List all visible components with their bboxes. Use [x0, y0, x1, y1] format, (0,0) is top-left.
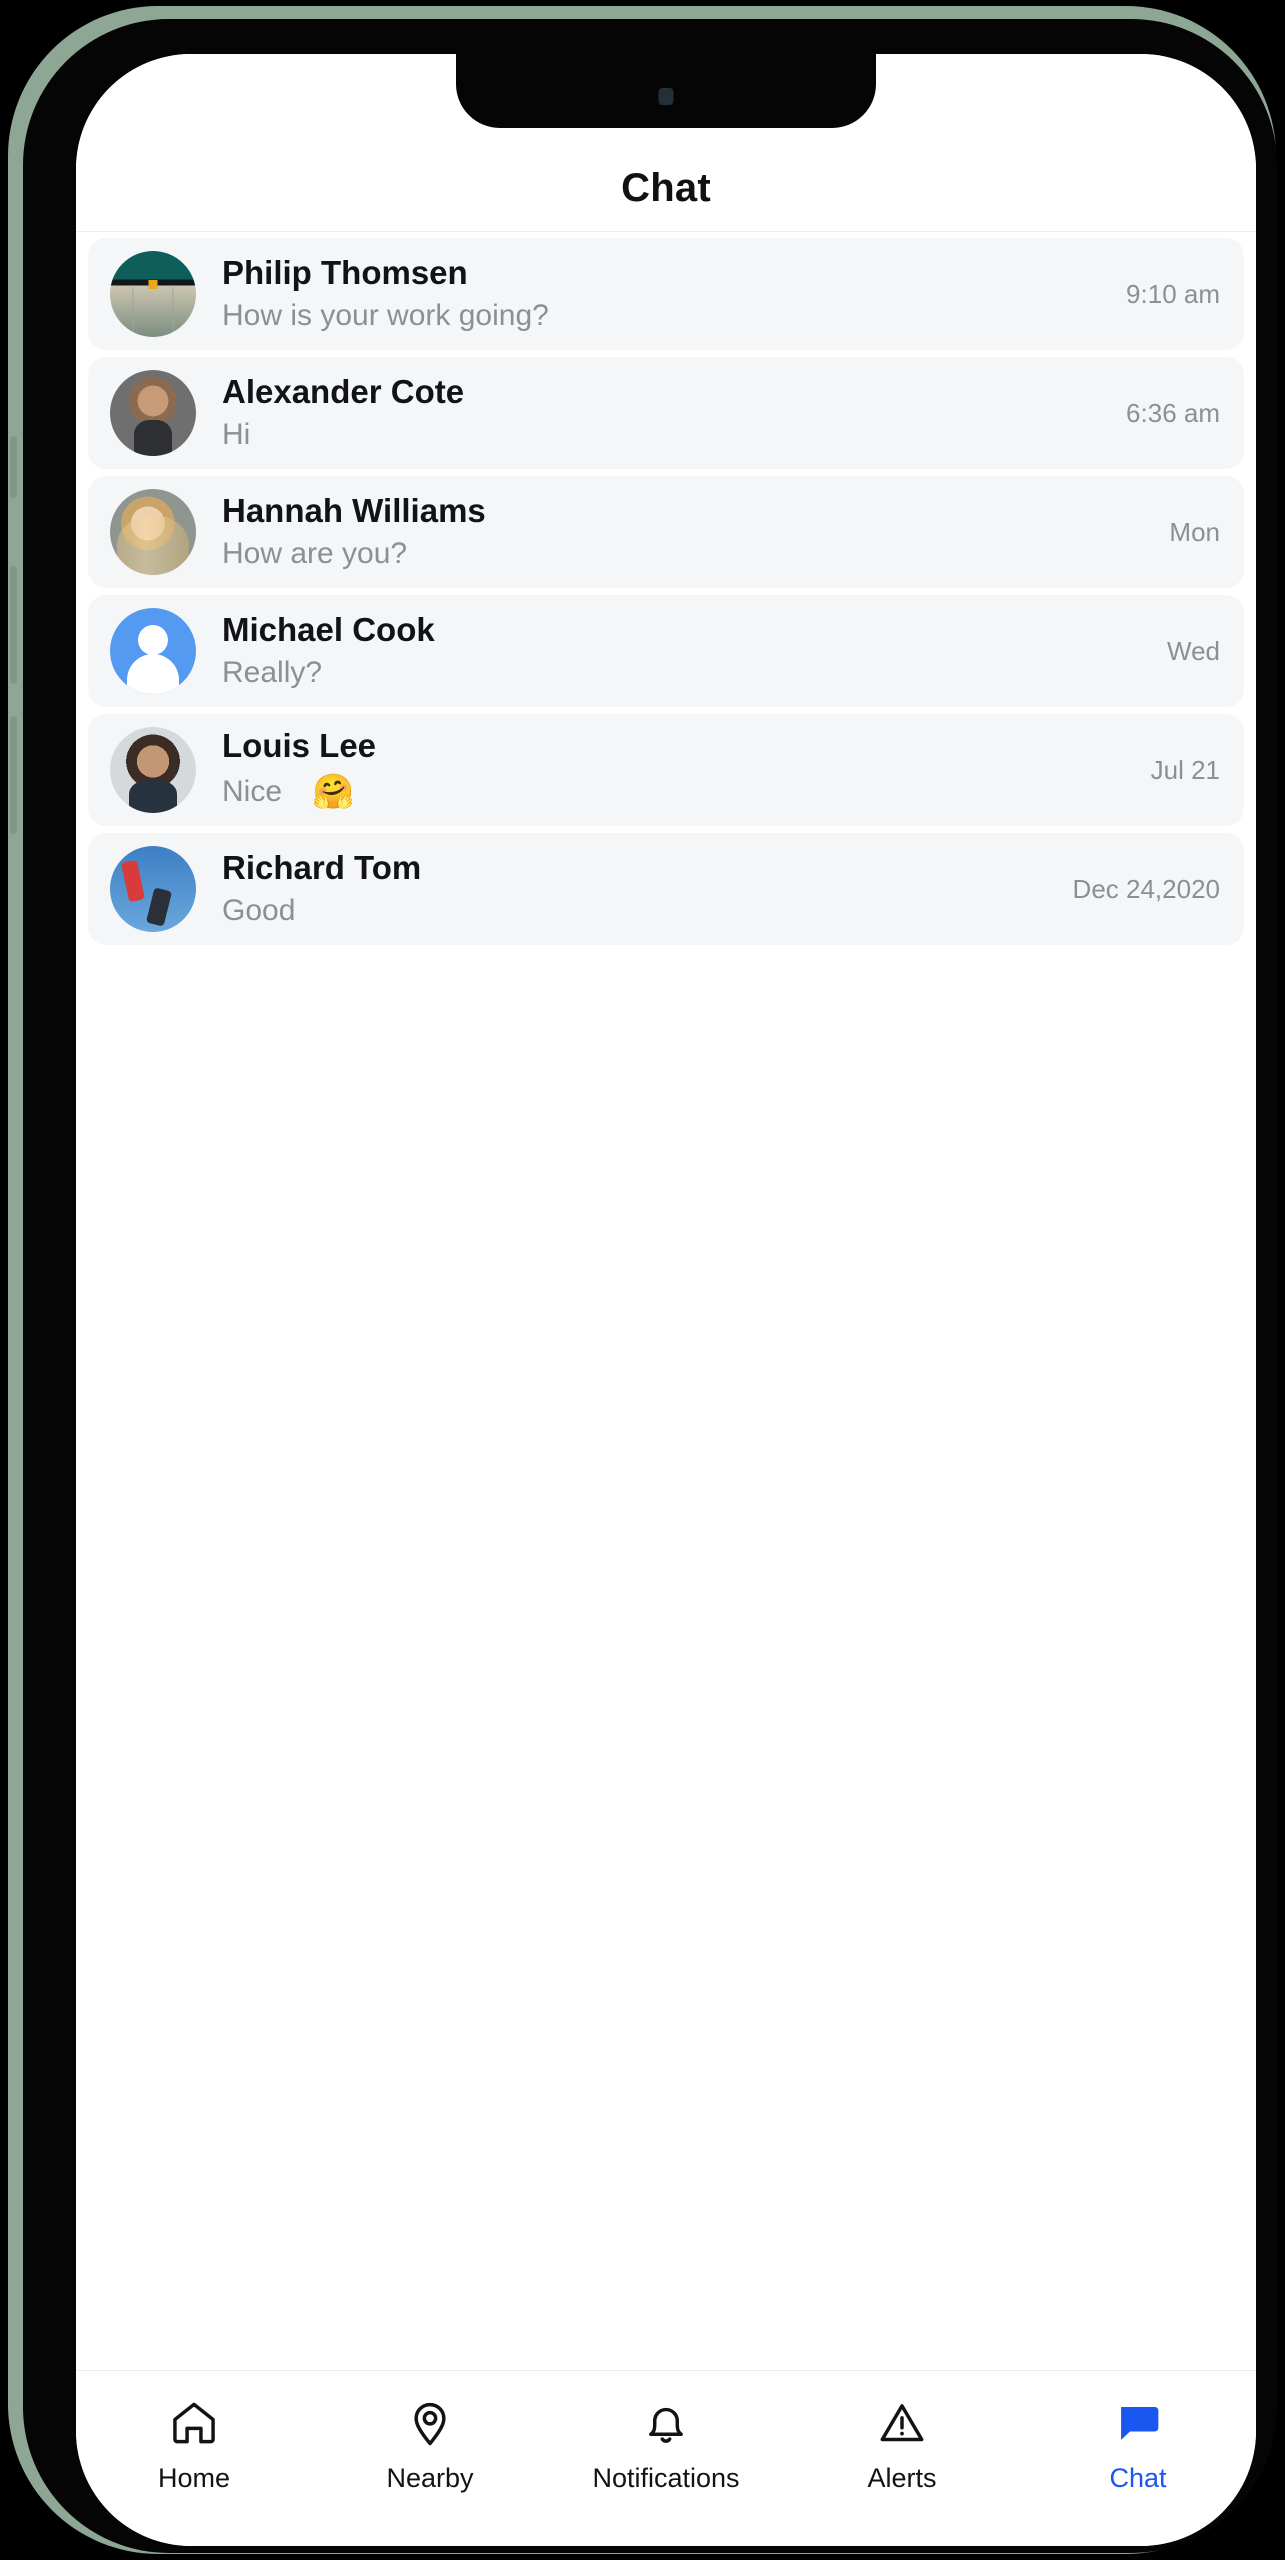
last-message: Hi [222, 415, 1112, 454]
tab-nearby[interactable]: Nearby [312, 2395, 548, 2494]
message-timestamp: Mon [1169, 516, 1220, 547]
phone-screen: Chat Philip Thomsen How is your work goi… [76, 54, 1256, 2546]
message-timestamp: Jul 21 [1150, 754, 1220, 785]
bottom-tab-bar: Home Nearby Notifications Alerts Chat [76, 2370, 1256, 2546]
tab-chat[interactable]: Chat [1020, 2395, 1256, 2494]
chat-list-item[interactable]: Hannah Williams How are you? Mon [88, 476, 1244, 588]
last-message: Good [222, 891, 1059, 930]
tab-label: Home [157, 2463, 231, 2493]
last-message-text: Really? [222, 656, 323, 690]
chat-list-item[interactable]: Richard Tom Good Dec 24,2020 [88, 833, 1244, 945]
avatar [110, 370, 196, 456]
page-title: Chat [621, 166, 711, 210]
chat-list-item[interactable]: Michael Cook Really? Wed [88, 595, 1244, 707]
last-message-text: How are you? [222, 537, 408, 571]
last-message-text: Hi [222, 418, 251, 452]
contact-name: Michael Cook [222, 610, 435, 648]
notch [456, 54, 876, 128]
last-message: Nice 🤗 [222, 770, 1137, 814]
chat-list: Philip Thomsen How is your work going? 9… [76, 232, 1256, 945]
message-timestamp: 6:36 am [1126, 397, 1220, 428]
tab-home[interactable]: Home [76, 2395, 312, 2494]
volume-up-button[interactable] [10, 566, 17, 684]
avatar [110, 251, 196, 337]
last-message: Really? [222, 653, 1153, 692]
contact-name: Philip Thomsen [222, 253, 468, 291]
chat-bubble-icon [1112, 2395, 1164, 2451]
chat-item-text: Richard Tom Good [196, 848, 1059, 930]
chat-item-text: Michael Cook Really? [196, 610, 1153, 692]
chat-list-item[interactable]: Alexander Cote Hi 6:36 am [88, 357, 1244, 469]
avatar [110, 727, 196, 813]
warning-triangle-icon [876, 2395, 928, 2451]
chat-item-text: Alexander Cote Hi [196, 372, 1112, 454]
tab-label: Nearby [386, 2463, 474, 2493]
last-message: How is your work going? [222, 296, 1112, 335]
phone-frame: Chat Philip Thomsen How is your work goi… [8, 6, 1277, 2554]
avatar [110, 846, 196, 932]
last-message-text: Good [222, 894, 296, 928]
contact-name: Richard Tom [222, 848, 422, 886]
chat-item-text: Hannah Williams How are you? [196, 491, 1155, 573]
last-message: How are you? [222, 534, 1155, 573]
volume-down-button[interactable] [10, 716, 17, 834]
last-message-text: How is your work going? [222, 299, 549, 333]
tab-label: Notifications [592, 2463, 740, 2493]
chat-item-text: Philip Thomsen How is your work going? [196, 253, 1112, 335]
last-message-text: Nice [222, 775, 283, 809]
message-timestamp: Dec 24,2020 [1072, 873, 1220, 904]
chat-list-item[interactable]: Philip Thomsen How is your work going? 9… [88, 238, 1244, 350]
chat-list-item[interactable]: Louis Lee Nice 🤗 Jul 21 [88, 714, 1244, 826]
message-timestamp: Wed [1167, 635, 1220, 666]
avatar [110, 608, 196, 694]
phone-bezel: Chat Philip Thomsen How is your work goi… [23, 19, 1277, 2553]
message-timestamp: 9:10 am [1126, 278, 1220, 309]
avatar [110, 489, 196, 575]
silent-switch[interactable] [10, 436, 17, 498]
home-icon [168, 2395, 220, 2451]
front-camera-icon [658, 88, 674, 105]
tab-alerts[interactable]: Alerts [784, 2395, 1020, 2494]
contact-name: Hannah Williams [222, 491, 486, 529]
contact-name: Alexander Cote [222, 372, 465, 410]
bell-icon [640, 2395, 692, 2451]
tab-label: Alerts [867, 2463, 937, 2493]
map-pin-icon [404, 2395, 456, 2451]
contact-name: Louis Lee [222, 727, 377, 765]
chat-item-text: Louis Lee Nice 🤗 [196, 726, 1137, 813]
hugging-face-emoji-icon: 🤗 [312, 772, 355, 811]
tab-notifications[interactable]: Notifications [548, 2395, 784, 2494]
tab-label: Chat [1109, 2463, 1167, 2493]
